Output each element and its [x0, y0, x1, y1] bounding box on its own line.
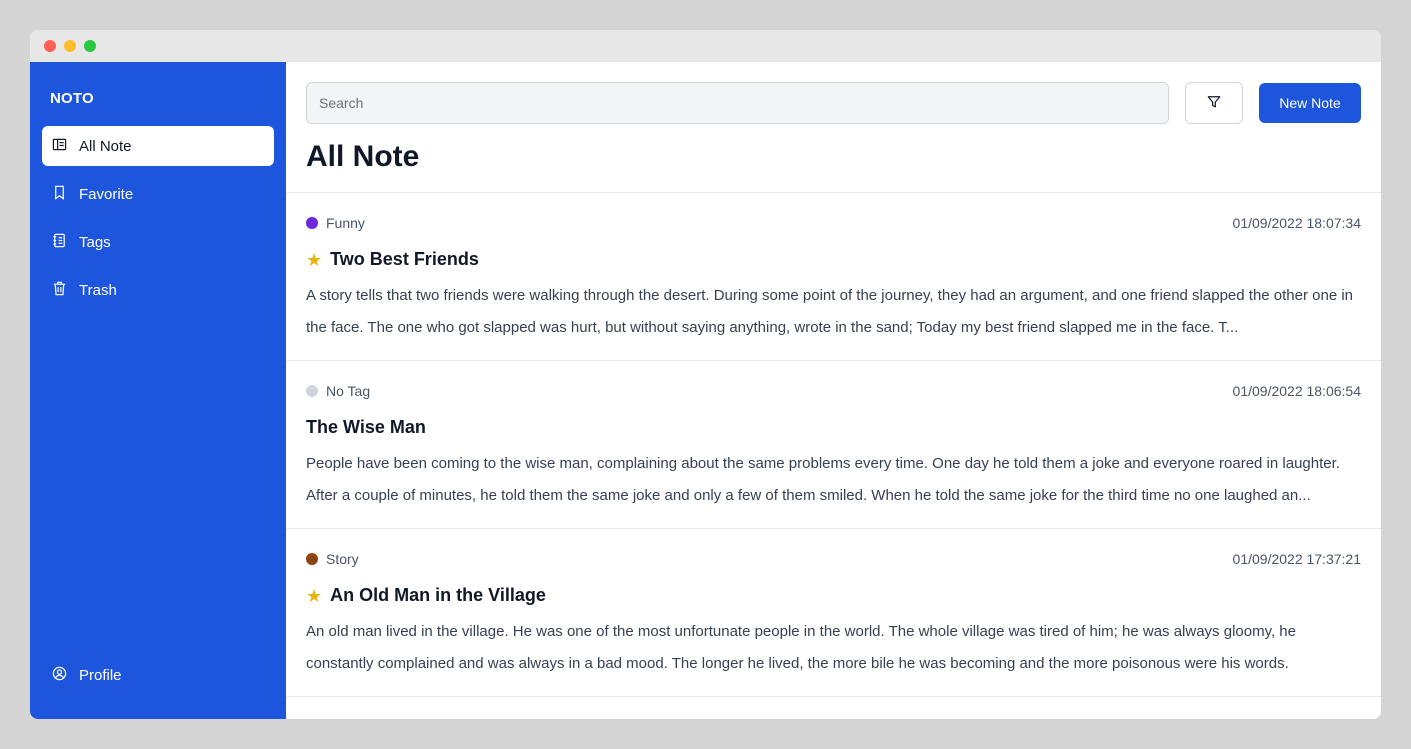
page-title: All Note [306, 140, 420, 173]
note-card[interactable]: Story 01/09/2022 17:37:21 ★ An Old Man i… [286, 529, 1381, 697]
note-card[interactable]: Funny 01/09/2022 18:07:34 ★ Two Best Fri… [286, 193, 1381, 361]
note-preview: An old man lived in the village. He was … [306, 623, 1296, 672]
note-title: An Old Man in the Village [330, 585, 546, 605]
sidebar-item-profile[interactable]: Profile [42, 655, 274, 695]
note-timestamp: 01/09/2022 18:07:34 [1232, 215, 1361, 231]
note-timestamp: 01/09/2022 18:06:54 [1232, 383, 1361, 399]
note-title: Two Best Friends [330, 249, 479, 269]
sidebar-item-label: Trash [79, 281, 117, 299]
main-content: New Note All Note Funny 01/09/2022 18:07… [286, 62, 1381, 719]
sidebar: NOTO All Note Favorite Tags Trash Profil… [30, 62, 286, 719]
note-title: The Wise Man [306, 417, 426, 437]
sidebar-item-trash[interactable]: Trash [42, 270, 274, 310]
search-input[interactable] [306, 82, 1169, 124]
favorite-star-icon[interactable]: ★ [306, 251, 322, 269]
tag-color-dot [306, 385, 318, 397]
new-note-button[interactable]: New Note [1259, 83, 1361, 123]
title-bar [30, 30, 1381, 62]
note-timestamp: 01/09/2022 17:37:21 [1232, 551, 1361, 567]
tag-color-dot [306, 217, 318, 229]
tags-icon [52, 233, 67, 252]
note-tag: Funny [306, 215, 365, 231]
sidebar-item-label: Tags [79, 233, 111, 251]
tag-label: Story [326, 551, 359, 567]
maximize-window-button[interactable] [84, 40, 96, 52]
sidebar-item-label: All Note [79, 137, 132, 155]
bookmark-icon [52, 185, 67, 204]
notes-list: Funny 01/09/2022 18:07:34 ★ Two Best Fri… [286, 192, 1381, 697]
note-tag: No Tag [306, 383, 370, 399]
note-card[interactable]: No Tag 01/09/2022 18:06:54 The Wise Man … [286, 361, 1381, 529]
filter-button[interactable] [1185, 82, 1243, 124]
note-preview: People have been coming to the wise man,… [306, 455, 1340, 504]
note-list-icon [52, 137, 67, 156]
note-tag: Story [306, 551, 359, 567]
app-logo: NOTO [50, 90, 94, 107]
toolbar: New Note [286, 62, 1381, 124]
filter-icon [1207, 95, 1221, 112]
app-window: NOTO All Note Favorite Tags Trash Profil… [30, 30, 1381, 719]
tag-label: No Tag [326, 383, 371, 399]
sidebar-item-all-note[interactable]: All Note [42, 126, 274, 166]
minimize-window-button[interactable] [64, 40, 76, 52]
favorite-star-icon[interactable]: ★ [306, 587, 322, 605]
user-circle-icon [52, 666, 67, 685]
note-preview: A story tells that two friends were walk… [306, 287, 1354, 336]
sidebar-item-favorite[interactable]: Favorite [42, 174, 274, 214]
sidebar-item-tags[interactable]: Tags [42, 222, 274, 262]
trash-icon [52, 281, 67, 300]
tag-color-dot [306, 553, 318, 565]
sidebar-item-label: Favorite [79, 185, 134, 203]
tag-label: Funny [326, 215, 365, 231]
sidebar-item-label: Profile [79, 666, 122, 684]
close-window-button[interactable] [44, 40, 56, 52]
